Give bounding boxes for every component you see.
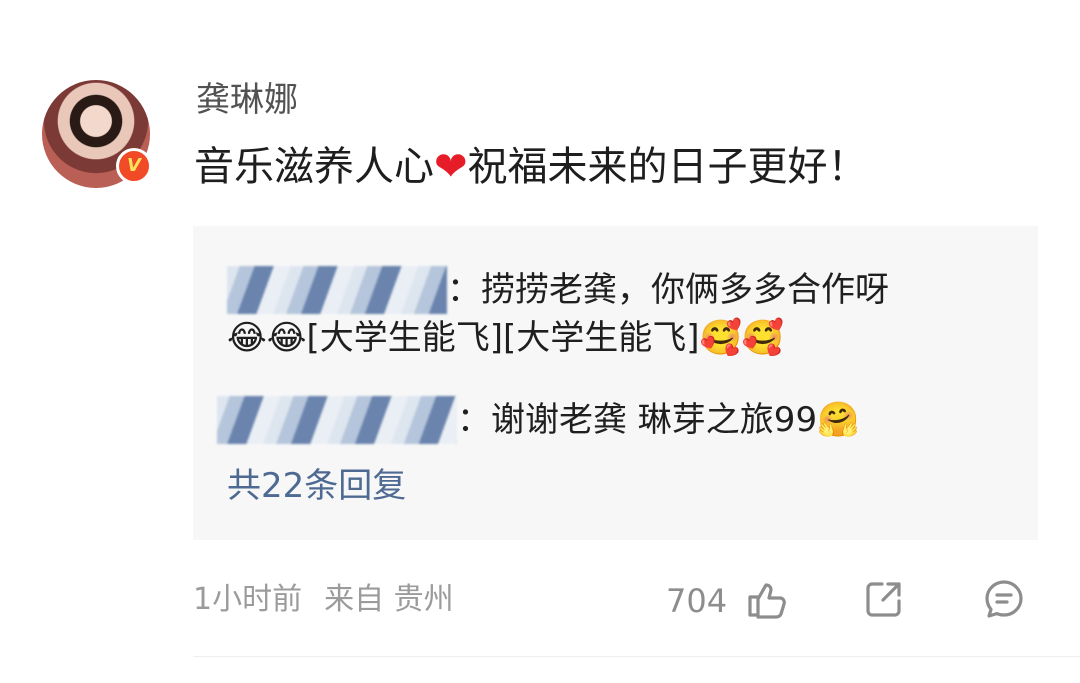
comment-icon[interactable] xyxy=(982,577,1026,621)
reply-item[interactable]: ：谢谢老龚 琳芽之旅99🤗 xyxy=(217,396,987,444)
reply-text: ：捞捞老龚，你俩多多合作呀 xyxy=(447,270,889,310)
like-count: 704 xyxy=(666,582,728,620)
username[interactable]: 龚琳娜 xyxy=(196,78,298,122)
reply-text: ：谢谢老龚 琳芽之旅99 xyxy=(457,400,818,440)
view-all-replies-link[interactable]: 共22条回复 xyxy=(227,462,406,510)
redacted-username xyxy=(217,396,457,444)
redacted-username xyxy=(227,266,447,314)
verified-badge-icon: V xyxy=(116,148,152,184)
thumbs-up-icon[interactable] xyxy=(744,577,788,621)
comment-text-part2: 祝福未来的日子更好！ xyxy=(467,144,868,190)
comment-card: V 龚琳娜 音乐滋养人心❤祝福未来的日子更好！ ：捞捞老龚，你俩多多合作呀 😂😂… xyxy=(0,0,1080,683)
share-icon[interactable] xyxy=(862,577,906,621)
reply-item[interactable]: ：捞捞老龚，你俩多多合作呀 😂😂[大学生能飞][大学生能飞]🥰🥰 xyxy=(227,266,987,362)
replies-panel[interactable]: ：捞捞老龚，你俩多多合作呀 😂😂[大学生能飞][大学生能飞]🥰🥰 ：谢谢老龚 琳… xyxy=(193,226,1038,540)
comment-text-part1: 音乐滋养人心 xyxy=(194,144,434,190)
flower-smile-emoji-icon: 🥰🥰 xyxy=(699,318,785,358)
reply-tags: [大学生能飞][大学生能飞] xyxy=(306,318,700,358)
comment-source: 来自 贵州 xyxy=(324,582,454,617)
heart-emoji: ❤ xyxy=(434,144,468,190)
divider xyxy=(193,656,1080,657)
avatar[interactable]: V xyxy=(42,80,152,188)
comment-meta: 1小时前 来自 贵州 xyxy=(193,578,454,622)
comment-text: 音乐滋养人心❤祝福未来的日子更好！ xyxy=(194,140,868,194)
hug-emoji-icon: 🤗 xyxy=(817,400,860,440)
laughing-emoji-icon: 😂😂 xyxy=(227,318,307,358)
comment-time: 1小时前 xyxy=(193,582,303,617)
